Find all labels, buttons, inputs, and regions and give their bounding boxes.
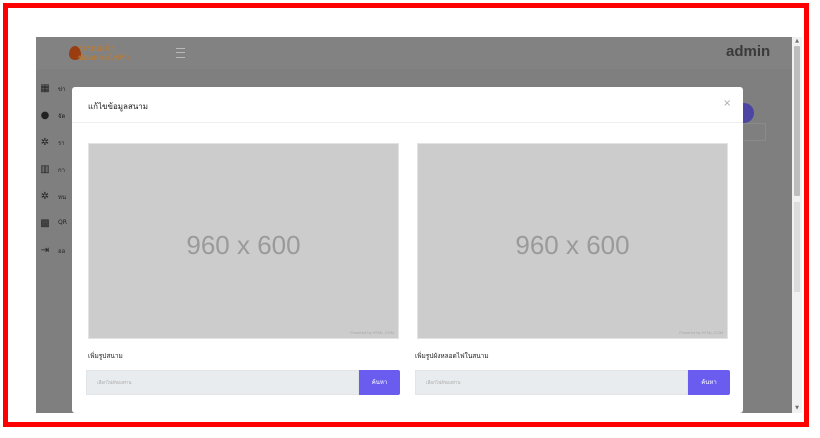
logo-line2: ซ่อมแซมไฟฟ้า [78,53,130,62]
edit-field-modal: แก้ไขข้อมูลสนาม × 960 x 600 Powered by H… [72,87,743,413]
sidebar-item-4[interactable]: ▥ กา [36,162,72,180]
add-field-image-label: เพิ่มรูปสนาม [88,352,123,360]
sidebar-item-2[interactable]: ● จัด [36,108,72,126]
field-image-input-group: เลือกไฟล์ของท่าน ค้นหา [86,370,400,395]
sidebar-item-label: กา [58,167,66,174]
close-icon[interactable]: × [723,98,731,109]
scroll-thumb[interactable] [794,46,800,196]
add-lighting-image-label: เพิ่มรูปผังหลอดไฟในสนาม [415,352,489,360]
modal-title: แก้ไขข้อมูลสนาม [88,102,149,111]
sidebar-item-label: หน [58,194,67,201]
lighting-image-file-input[interactable]: เลือกไฟล์ของท่าน [415,370,688,395]
sidebar: ▦ ข่า ● จัด ✲ รา ▥ กา ✲ หน ▩ QR ⇥ ออ [36,69,72,413]
sidebar-item-1[interactable]: ▦ ข่า [36,81,72,99]
scroll-track [794,202,800,292]
sidebar-item-6[interactable]: ▩ QR [36,216,72,234]
hamburger-menu-icon[interactable] [176,48,185,58]
file-input-placeholder: เลือกไฟล์ของท่าน [426,381,461,386]
field-image-preview: 960 x 600 Powered by HTML.COM [88,143,399,339]
image-placeholder-credit: Powered by HTML.COM [350,330,394,335]
sidebar-item-label: ข่า [58,86,66,93]
image-placeholder-dimensions: 960 x 600 [515,230,630,260]
sidebar-item-label: QR [58,219,67,226]
lighting-image-input-group: เลือกไฟล์ของท่าน ค้นหา [415,370,730,395]
gear-icon: ✲ [40,137,50,148]
user-name[interactable]: admin [726,43,770,60]
scrollbar[interactable]: ▲ ▼ [792,37,802,413]
sidebar-item-label: จัด [58,113,66,120]
scroll-up-icon[interactable]: ▲ [792,37,802,46]
image-placeholder-credit: Powered by HTML.COM [679,330,723,335]
field-image-browse-button[interactable]: ค้นหา [359,370,400,395]
lighting-image-browse-button[interactable]: ค้นหา [688,370,730,395]
sidebar-item-label: รา [58,140,65,147]
image-placeholder-dimensions: 960 x 600 [186,230,301,260]
modal-header: แก้ไขข้อมูลสนาม × [72,87,743,123]
top-bar: ระบบแจ้ง ซ่อมแซมไฟฟ้า admin [36,37,792,69]
scroll-down-icon[interactable]: ▼ [792,404,802,413]
file-input-placeholder: เลือกไฟล์ของท่าน [97,381,132,386]
sidebar-item-3[interactable]: ✲ รา [36,135,72,153]
qr-icon: ▩ [40,218,50,229]
logout-icon: ⇥ [40,245,50,256]
logo[interactable]: ระบบแจ้ง ซ่อมแซมไฟฟ้า [66,42,146,66]
chart-icon: ▥ [40,164,50,175]
sidebar-item-5[interactable]: ✲ หน [36,189,72,207]
field-image-file-input[interactable]: เลือกไฟล์ของท่าน [86,370,359,395]
sidebar-item-label: ออ [58,248,66,255]
sidebar-item-7[interactable]: ⇥ ออ [36,243,72,261]
lighting-layout-image-preview: 960 x 600 Powered by HTML.COM [417,143,728,339]
dashboard-icon: ▦ [40,83,50,94]
user-icon: ● [40,110,50,121]
gear-icon: ✲ [40,191,50,202]
